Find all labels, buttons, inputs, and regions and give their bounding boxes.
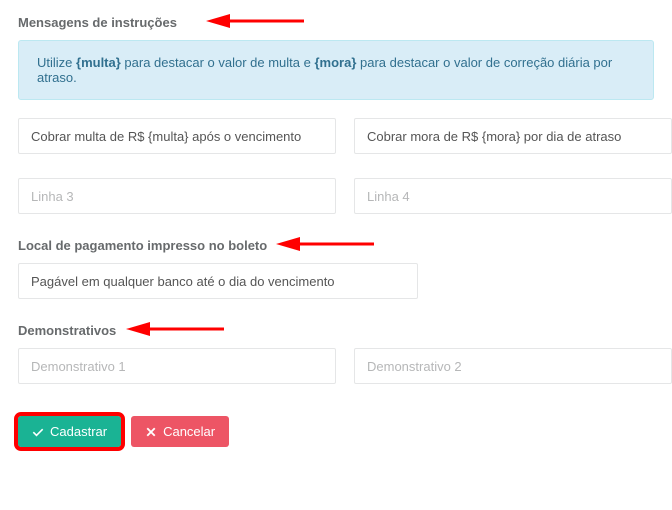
info-token-mora: {mora}	[314, 55, 356, 70]
input-payment-location[interactable]	[18, 263, 418, 299]
close-icon	[145, 426, 157, 438]
info-box: Utilize {multa} para destacar o valor de…	[18, 40, 654, 100]
label-text: Mensagens de instruções	[18, 15, 177, 30]
input-demonstrativo-1[interactable]	[18, 348, 336, 384]
label-text: Demonstrativos	[18, 323, 116, 338]
info-text-middle: para destacar o valor de multa e	[121, 55, 315, 70]
check-icon	[32, 426, 44, 438]
submit-button[interactable]: Cadastrar	[18, 416, 121, 447]
annotation-arrow	[126, 320, 226, 338]
annotation-arrow	[206, 12, 306, 30]
input-instruction-line4[interactable]	[354, 178, 672, 214]
input-instruction-line1[interactable]	[18, 118, 336, 154]
info-text-prefix: Utilize	[37, 55, 76, 70]
input-instruction-line3[interactable]	[18, 178, 336, 214]
cancel-button-label: Cancelar	[163, 424, 215, 439]
submit-button-label: Cadastrar	[50, 424, 107, 439]
section-label-instructions: Mensagens de instruções	[18, 15, 654, 30]
section-label-demonstrativos: Demonstrativos	[18, 323, 654, 338]
cancel-button[interactable]: Cancelar	[131, 416, 229, 447]
section-label-payment-location: Local de pagamento impresso no boleto	[18, 238, 654, 253]
info-token-multa: {multa}	[76, 55, 121, 70]
input-instruction-line2[interactable]	[354, 118, 672, 154]
label-text: Local de pagamento impresso no boleto	[18, 238, 267, 253]
button-row: Cadastrar Cancelar	[18, 416, 654, 447]
input-demonstrativo-2[interactable]	[354, 348, 672, 384]
annotation-arrow	[276, 235, 376, 253]
